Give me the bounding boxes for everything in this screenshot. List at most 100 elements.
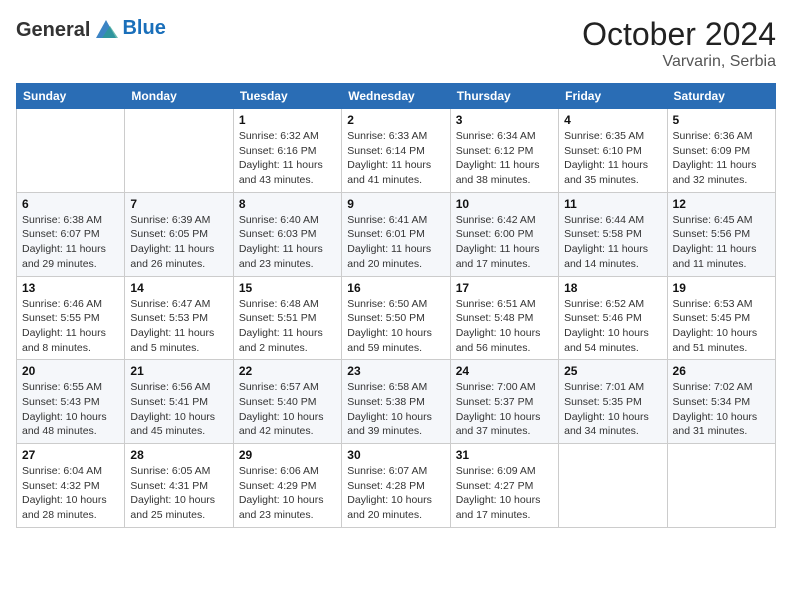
title-block: October 2024 Varvarin, Serbia <box>582 16 776 71</box>
day-info: Sunrise: 6:07 AMSunset: 4:28 PMDaylight:… <box>347 464 444 523</box>
day-number: 21 <box>130 364 227 378</box>
day-number: 28 <box>130 448 227 462</box>
calendar-week-row: 6 Sunrise: 6:38 AMSunset: 6:07 PMDaylight… <box>17 192 776 276</box>
day-number: 29 <box>239 448 336 462</box>
day-info: Sunrise: 6:36 AMSunset: 6:09 PMDaylight:… <box>673 129 770 188</box>
calendar-week-row: 1 Sunrise: 6:32 AMSunset: 6:16 PMDaylight… <box>17 109 776 193</box>
day-number: 31 <box>456 448 553 462</box>
calendar-cell: 31 Sunrise: 6:09 AMSunset: 4:27 PMDayligh… <box>450 444 558 528</box>
calendar-cell: 21 Sunrise: 6:56 AMSunset: 5:41 PMDayligh… <box>125 360 233 444</box>
calendar-cell <box>667 444 775 528</box>
day-info: Sunrise: 6:57 AMSunset: 5:40 PMDaylight:… <box>239 380 336 439</box>
location-title: Varvarin, Serbia <box>582 53 776 71</box>
calendar-cell: 1 Sunrise: 6:32 AMSunset: 6:16 PMDaylight… <box>233 109 341 193</box>
calendar-header-wednesday: Wednesday <box>342 84 450 109</box>
calendar-cell: 25 Sunrise: 7:01 AMSunset: 5:35 PMDayligh… <box>559 360 667 444</box>
day-info: Sunrise: 6:50 AMSunset: 5:50 PMDaylight:… <box>347 297 444 356</box>
calendar-cell: 20 Sunrise: 6:55 AMSunset: 5:43 PMDayligh… <box>17 360 125 444</box>
day-number: 20 <box>22 364 119 378</box>
calendar-cell: 19 Sunrise: 6:53 AMSunset: 5:45 PMDayligh… <box>667 276 775 360</box>
day-info: Sunrise: 6:05 AMSunset: 4:31 PMDaylight:… <box>130 464 227 523</box>
day-number: 26 <box>673 364 770 378</box>
calendar-header-thursday: Thursday <box>450 84 558 109</box>
calendar-table: SundayMondayTuesdayWednesdayThursdayFrid… <box>16 83 776 528</box>
day-info: Sunrise: 6:46 AMSunset: 5:55 PMDaylight:… <box>22 297 119 356</box>
logo-general: General <box>16 19 90 42</box>
calendar-cell: 22 Sunrise: 6:57 AMSunset: 5:40 PMDayligh… <box>233 360 341 444</box>
day-info: Sunrise: 6:56 AMSunset: 5:41 PMDaylight:… <box>130 380 227 439</box>
calendar-cell: 27 Sunrise: 6:04 AMSunset: 4:32 PMDayligh… <box>17 444 125 528</box>
day-info: Sunrise: 6:47 AMSunset: 5:53 PMDaylight:… <box>130 297 227 356</box>
day-number: 2 <box>347 113 444 127</box>
day-info: Sunrise: 6:42 AMSunset: 6:00 PMDaylight:… <box>456 213 553 272</box>
calendar-cell: 17Sunrise: 6:51 AMSunset: 5:48 PMDayligh… <box>450 276 558 360</box>
logo-blue: Blue <box>122 17 165 39</box>
day-number: 5 <box>673 113 770 127</box>
day-number: 10 <box>456 197 553 211</box>
day-info: Sunrise: 6:41 AMSunset: 6:01 PMDaylight:… <box>347 213 444 272</box>
day-info: Sunrise: 6:35 AMSunset: 6:10 PMDaylight:… <box>564 129 661 188</box>
page-header: General Blue October 2024 Varvarin, Serb… <box>16 16 776 71</box>
calendar-header-monday: Monday <box>125 84 233 109</box>
day-number: 24 <box>456 364 553 378</box>
calendar-cell: 14 Sunrise: 6:47 AMSunset: 5:53 PMDayligh… <box>125 276 233 360</box>
day-number: 22 <box>239 364 336 378</box>
day-number: 3 <box>456 113 553 127</box>
calendar-cell: 10 Sunrise: 6:42 AMSunset: 6:00 PMDayligh… <box>450 192 558 276</box>
calendar-cell: 23 Sunrise: 6:58 AMSunset: 5:38 PMDayligh… <box>342 360 450 444</box>
day-info: Sunrise: 6:58 AMSunset: 5:38 PMDaylight:… <box>347 380 444 439</box>
day-number: 1 <box>239 113 336 127</box>
calendar-cell: 30 Sunrise: 6:07 AMSunset: 4:28 PMDayligh… <box>342 444 450 528</box>
day-number: 14 <box>130 281 227 295</box>
day-info: Sunrise: 6:39 AMSunset: 6:05 PMDaylight:… <box>130 213 227 272</box>
day-info: Sunrise: 6:53 AMSunset: 5:45 PMDaylight:… <box>673 297 770 356</box>
day-number: 16 <box>347 281 444 295</box>
day-info: Sunrise: 7:00 AMSunset: 5:37 PMDaylight:… <box>456 380 553 439</box>
day-info: Sunrise: 6:06 AMSunset: 4:29 PMDaylight:… <box>239 464 336 523</box>
day-number: 23 <box>347 364 444 378</box>
calendar-week-row: 27 Sunrise: 6:04 AMSunset: 4:32 PMDayligh… <box>17 444 776 528</box>
day-info: Sunrise: 6:55 AMSunset: 5:43 PMDaylight:… <box>22 380 119 439</box>
day-number: 27 <box>22 448 119 462</box>
day-number: 13 <box>22 281 119 295</box>
day-number: 6 <box>22 197 119 211</box>
day-number: 30 <box>347 448 444 462</box>
day-number: 25 <box>564 364 661 378</box>
day-info: Sunrise: 6:04 AMSunset: 4:32 PMDaylight:… <box>22 464 119 523</box>
day-number: 4 <box>564 113 661 127</box>
day-info: Sunrise: 6:32 AMSunset: 6:16 PMDaylight:… <box>239 129 336 188</box>
month-title: October 2024 <box>582 16 776 53</box>
calendar-header-friday: Friday <box>559 84 667 109</box>
day-info: Sunrise: 6:38 AMSunset: 6:07 PMDaylight:… <box>22 213 119 272</box>
calendar-header-saturday: Saturday <box>667 84 775 109</box>
calendar-header-row: SundayMondayTuesdayWednesdayThursdayFrid… <box>17 84 776 109</box>
calendar-cell: 8Sunrise: 6:40 AMSunset: 6:03 PMDaylight… <box>233 192 341 276</box>
calendar-cell: 13 Sunrise: 6:46 AMSunset: 5:55 PMDayligh… <box>17 276 125 360</box>
calendar-cell: 6 Sunrise: 6:38 AMSunset: 6:07 PMDaylight… <box>17 192 125 276</box>
day-number: 7 <box>130 197 227 211</box>
calendar-cell: 7 Sunrise: 6:39 AMSunset: 6:05 PMDaylight… <box>125 192 233 276</box>
calendar-cell: 12 Sunrise: 6:45 AMSunset: 5:56 PMDayligh… <box>667 192 775 276</box>
calendar-cell: 29 Sunrise: 6:06 AMSunset: 4:29 PMDayligh… <box>233 444 341 528</box>
calendar-cell: 16 Sunrise: 6:50 AMSunset: 5:50 PMDayligh… <box>342 276 450 360</box>
calendar-week-row: 20 Sunrise: 6:55 AMSunset: 5:43 PMDayligh… <box>17 360 776 444</box>
day-info: Sunrise: 6:44 AMSunset: 5:58 PMDaylight:… <box>564 213 661 272</box>
calendar-week-row: 13 Sunrise: 6:46 AMSunset: 5:55 PMDayligh… <box>17 276 776 360</box>
logo-icon <box>92 16 120 44</box>
day-number: 17 <box>456 281 553 295</box>
calendar-cell: 11Sunrise: 6:44 AMSunset: 5:58 PMDayligh… <box>559 192 667 276</box>
day-number: 12 <box>673 197 770 211</box>
calendar-cell: 18Sunrise: 6:52 AMSunset: 5:46 PMDayligh… <box>559 276 667 360</box>
calendar-cell: 24 Sunrise: 7:00 AMSunset: 5:37 PMDayligh… <box>450 360 558 444</box>
day-info: Sunrise: 7:01 AMSunset: 5:35 PMDaylight:… <box>564 380 661 439</box>
day-info: Sunrise: 6:45 AMSunset: 5:56 PMDaylight:… <box>673 213 770 272</box>
day-info: Sunrise: 6:48 AMSunset: 5:51 PMDaylight:… <box>239 297 336 356</box>
day-info: Sunrise: 6:34 AMSunset: 6:12 PMDaylight:… <box>456 129 553 188</box>
day-info: Sunrise: 6:09 AMSunset: 4:27 PMDaylight:… <box>456 464 553 523</box>
calendar-header-sunday: Sunday <box>17 84 125 109</box>
calendar-cell: 4 Sunrise: 6:35 AMSunset: 6:10 PMDaylight… <box>559 109 667 193</box>
calendar-cell <box>559 444 667 528</box>
day-number: 9 <box>347 197 444 211</box>
calendar-cell: 26Sunrise: 7:02 AMSunset: 5:34 PMDayligh… <box>667 360 775 444</box>
day-number: 19 <box>673 281 770 295</box>
